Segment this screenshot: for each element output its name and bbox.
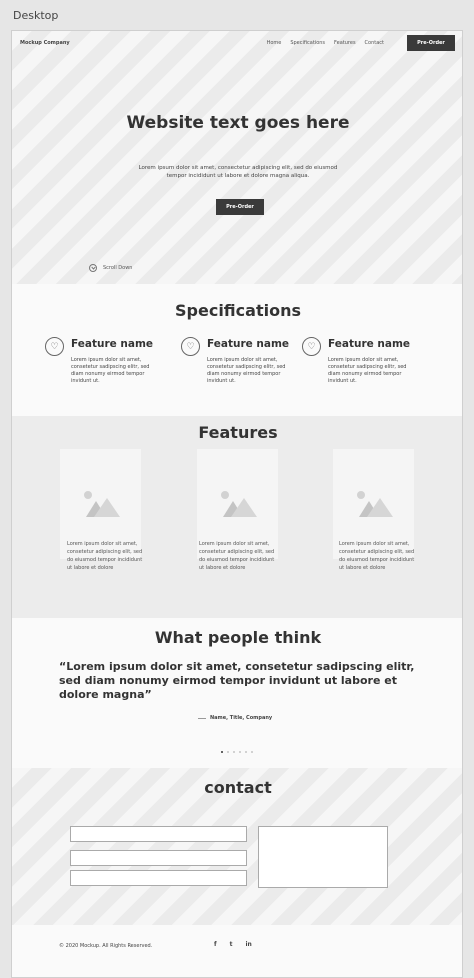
- author-name: Name, Title, Company: [210, 715, 273, 721]
- website-mockup: Mockup Company Home Specifications Featu…: [11, 30, 463, 978]
- testimonial-section: What people think “Lorem ipsum dolor sit…: [12, 618, 462, 768]
- linkedin-icon[interactable]: in: [246, 941, 252, 948]
- footer: © 2020 Mockup. All Rights Reserved. f t …: [12, 925, 462, 977]
- nav-preorder-button[interactable]: Pre-Order: [407, 35, 455, 51]
- specifications-section: Specifications ♡ Feature name Lorem ipsu…: [12, 284, 462, 416]
- copyright-text: © 2020 Mockup. All Rights Reserved.: [59, 943, 153, 949]
- heart-icon: ♡: [45, 337, 64, 356]
- nav-specifications[interactable]: Specifications: [290, 40, 325, 46]
- spec-name: Feature name: [328, 338, 411, 350]
- scroll-down-link[interactable]: Scroll Down: [89, 264, 132, 272]
- name-field[interactable]: [70, 826, 247, 842]
- specifications-title: Specifications: [175, 301, 301, 320]
- scroll-down-label: Scroll Down: [103, 265, 133, 271]
- nav-home[interactable]: Home: [267, 40, 282, 46]
- testimonial-quote: “Lorem ipsum dolor sit amet, consetetur …: [59, 660, 415, 701]
- nav-features[interactable]: Features: [334, 40, 356, 46]
- hero-subtitle: Lorem ipsum dolor sit amet, consectetur …: [138, 165, 338, 179]
- heart-icon: ♡: [181, 337, 200, 356]
- carousel-dot[interactable]: [221, 751, 223, 753]
- twitter-icon[interactable]: t: [230, 941, 233, 948]
- features-section: Features Lorem ipsum dolor sit amet, con…: [12, 416, 462, 618]
- carousel-dots: [221, 751, 253, 753]
- feature-text: Lorem ipsum dolor sit amet, consetetur a…: [199, 541, 275, 571]
- message-textarea[interactable]: [258, 826, 388, 888]
- heart-icon: ♡: [302, 337, 321, 356]
- carousel-dot[interactable]: [245, 751, 247, 753]
- contact-title: contact: [204, 778, 272, 797]
- spec-name: Feature name: [207, 338, 290, 350]
- carousel-dot[interactable]: [239, 751, 241, 753]
- carousel-dot[interactable]: [251, 751, 253, 753]
- facebook-icon[interactable]: f: [214, 941, 217, 948]
- arrow-down-circle-icon: [89, 264, 97, 272]
- divider: [198, 717, 206, 719]
- nav-contact[interactable]: Contact: [365, 40, 384, 46]
- hero-preorder-button[interactable]: Pre-Order: [216, 199, 264, 215]
- social-links: f t in: [214, 941, 252, 948]
- spec-text: Lorem ipsum dolor sit amet, consetetur s…: [207, 357, 286, 384]
- email-field[interactable]: [70, 850, 247, 866]
- company-logo[interactable]: Mockup Company: [20, 40, 70, 46]
- spec-name: Feature name: [71, 338, 154, 350]
- artboard-label: Desktop: [13, 9, 59, 22]
- testimonial-title: What people think: [154, 628, 322, 647]
- carousel-dot[interactable]: [233, 751, 235, 753]
- hero-section: Mockup Company Home Specifications Featu…: [12, 31, 462, 284]
- features-title: Features: [198, 423, 278, 442]
- carousel-dot[interactable]: [227, 751, 229, 753]
- testimonial-author: Name, Title, Company: [198, 715, 272, 721]
- feature-text: Lorem ipsum dolor sit amet, consetetur a…: [339, 541, 415, 571]
- main-nav: Home Specifications Features Contact: [267, 40, 384, 46]
- subject-field[interactable]: [70, 870, 247, 886]
- hero-title: Website text goes here: [126, 113, 350, 133]
- spec-text: Lorem ipsum dolor sit amet, consetetur s…: [328, 357, 407, 384]
- spec-text: Lorem ipsum dolor sit amet, consetetur s…: [71, 357, 150, 384]
- contact-section: contact: [12, 768, 462, 925]
- feature-text: Lorem ipsum dolor sit amet, consetetur a…: [67, 541, 143, 571]
